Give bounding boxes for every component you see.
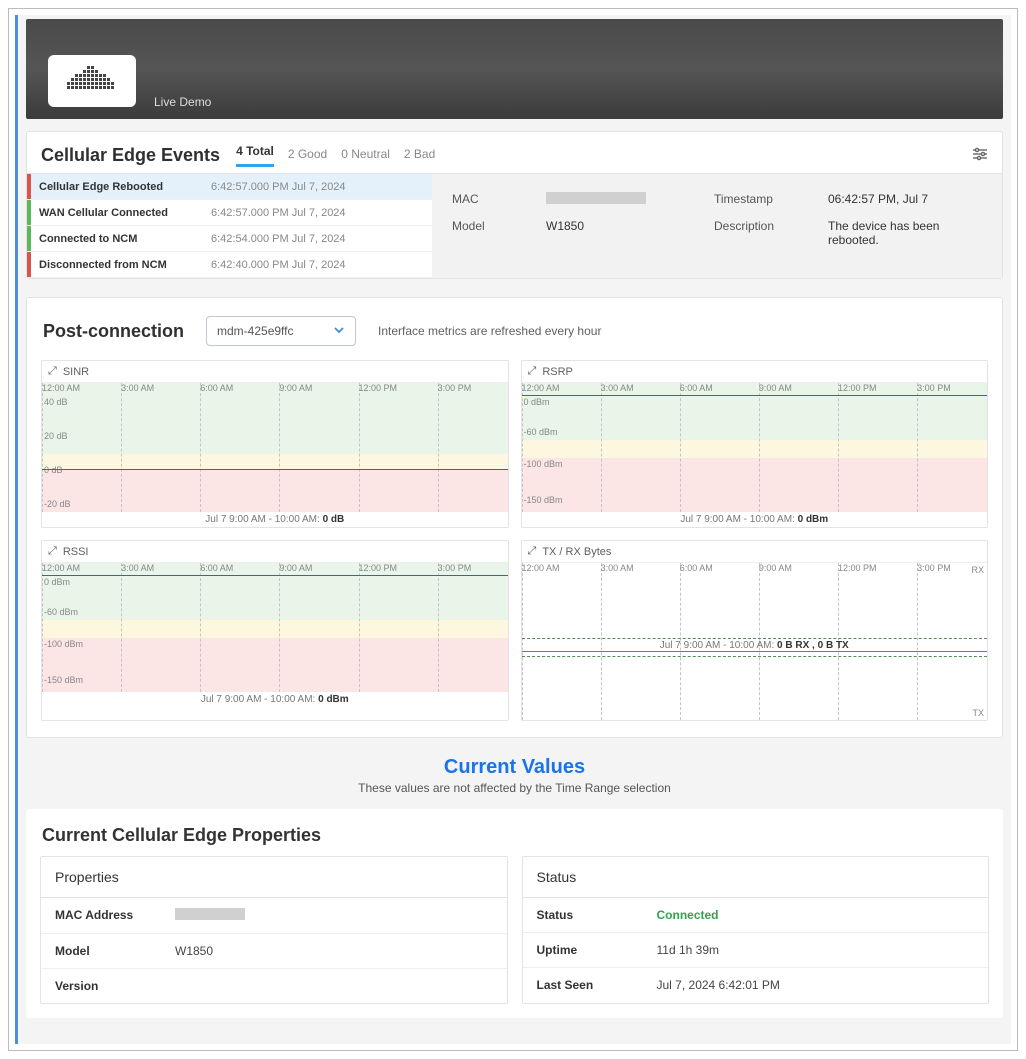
tab-total[interactable]: 4 Total (236, 144, 274, 167)
tab-neutral[interactable]: 0 Neutral (341, 147, 390, 167)
events-card: Cellular Edge Events 4 Total 2 Good 0 Ne… (26, 131, 1003, 279)
panel-title: Status (523, 857, 989, 898)
model-label: Model (452, 219, 532, 247)
current-properties-card: Current Cellular Edge Properties Propert… (26, 809, 1003, 1018)
current-values-title: Current Values (26, 756, 1003, 779)
event-detail: MAC Timestamp 06:42:57 PM, Jul 7 Model W… (432, 174, 1002, 278)
timestamp-value: 06:42:57 PM, Jul 7 (828, 192, 982, 207)
model-value: W1850 (546, 219, 700, 247)
chart-rssi: ⤢ RSSI 12:00 AM 3:00 AM 6:00 AM 9:00 AM … (41, 540, 509, 721)
current-properties-title: Current Cellular Edge Properties (26, 809, 1003, 856)
refresh-hint: Interface metrics are refreshed every ho… (378, 324, 601, 338)
logo (48, 55, 136, 107)
events-tabs: 4 Total 2 Good 0 Neutral 2 Bad (236, 144, 435, 167)
status-label: Status (537, 908, 657, 922)
event-row[interactable]: Disconnected from NCM 6:42:40.000 PM Jul… (27, 252, 432, 278)
model-value: W1850 (175, 944, 213, 958)
chart-rsrp: ⤢ RSRP 12:00 AM 3:00 AM 6:00 AM 9:00 AM … (521, 360, 989, 528)
chart-plot[interactable]: 12:00 AM 3:00 AM 6:00 AM 9:00 AM 12:00 P… (42, 562, 508, 692)
description-value: The device has been rebooted. (828, 219, 982, 247)
events-title: Cellular Edge Events (41, 145, 220, 166)
chart-plot[interactable]: 12:00 AM 3:00 AM 6:00 AM 9:00 AM 12:00 P… (42, 382, 508, 512)
description-label: Description (714, 219, 814, 247)
chart-title-text: RSSI (63, 546, 89, 558)
chart-tooltip: Jul 7 9:00 AM - 10:00 AM: 0 dB (42, 512, 508, 527)
timestamp-label: Timestamp (714, 192, 814, 207)
expand-icon[interactable]: ⤢ (528, 365, 537, 378)
version-label: Version (55, 979, 175, 993)
chart-txrx: ⤢ TX / RX Bytes 12:00 AM 3:00 AM 6:00 AM… (521, 540, 989, 721)
mac-value (546, 192, 700, 207)
uptime-label: Uptime (537, 943, 657, 957)
tab-good[interactable]: 2 Good (288, 147, 327, 167)
properties-panel: Properties MAC Address ModelW1850 Versio… (40, 856, 508, 1004)
post-title: Post-connection (43, 321, 184, 342)
chevron-down-icon (333, 324, 345, 339)
status-value: Connected (657, 908, 719, 922)
events-list: Cellular Edge Rebooted 6:42:57.000 PM Ju… (27, 174, 432, 278)
chart-plot[interactable]: 12:00 AM 3:00 AM 6:00 AM 9:00 AM 12:00 P… (522, 382, 988, 512)
chart-tooltip: Jul 7 9:00 AM - 10:00 AM: 0 dBm (42, 692, 508, 707)
select-value: mdm-425e9ffc (217, 324, 293, 338)
rx-label: RX (971, 565, 984, 575)
expand-icon[interactable]: ⤢ (528, 545, 537, 558)
panel-title: Properties (41, 857, 507, 898)
expand-icon[interactable]: ⤢ (48, 545, 57, 558)
interface-select[interactable]: mdm-425e9ffc (206, 316, 356, 346)
mac-address-label: MAC Address (55, 908, 175, 923)
current-values-sub: These values are not affected by the Tim… (26, 781, 1003, 795)
expand-icon[interactable]: ⤢ (48, 365, 57, 378)
mac-address-value (175, 908, 245, 923)
chart-title-text: SINR (63, 366, 89, 378)
event-row[interactable]: Connected to NCM 6:42:54.000 PM Jul 7, 2… (27, 226, 432, 252)
hero-banner: Live Demo (26, 19, 1003, 119)
chart-title-text: TX / RX Bytes (542, 546, 611, 558)
model-label: Model (55, 944, 175, 958)
tab-bad[interactable]: 2 Bad (404, 147, 435, 167)
chart-plot[interactable]: 12:00 AM 3:00 AM 6:00 AM 9:00 AM 12:00 P… (522, 562, 988, 720)
tx-label: TX (972, 708, 984, 718)
uptime-value: 11d 1h 39m (657, 943, 720, 957)
hero-label: Live Demo (154, 95, 211, 109)
status-panel: Status StatusConnected Uptime11d 1h 39m … (522, 856, 990, 1004)
chart-tooltip: Jul 7 9:00 AM - 10:00 AM: 0 dBm (522, 512, 988, 527)
lastseen-value: Jul 7, 2024 6:42:01 PM (657, 978, 780, 992)
event-row[interactable]: Cellular Edge Rebooted 6:42:57.000 PM Ju… (27, 174, 432, 200)
event-row[interactable]: WAN Cellular Connected 6:42:57.000 PM Ju… (27, 200, 432, 226)
lastseen-label: Last Seen (537, 978, 657, 992)
chart-sinr: ⤢ SINR 12:00 AM 3:00 AM 6:00 AM 9:00 AM … (41, 360, 509, 528)
post-connection-card: Post-connection mdm-425e9ffc Interface m… (26, 297, 1003, 738)
chart-title-text: RSRP (542, 366, 573, 378)
mac-label: MAC (452, 192, 532, 207)
settings-icon[interactable] (972, 147, 988, 164)
